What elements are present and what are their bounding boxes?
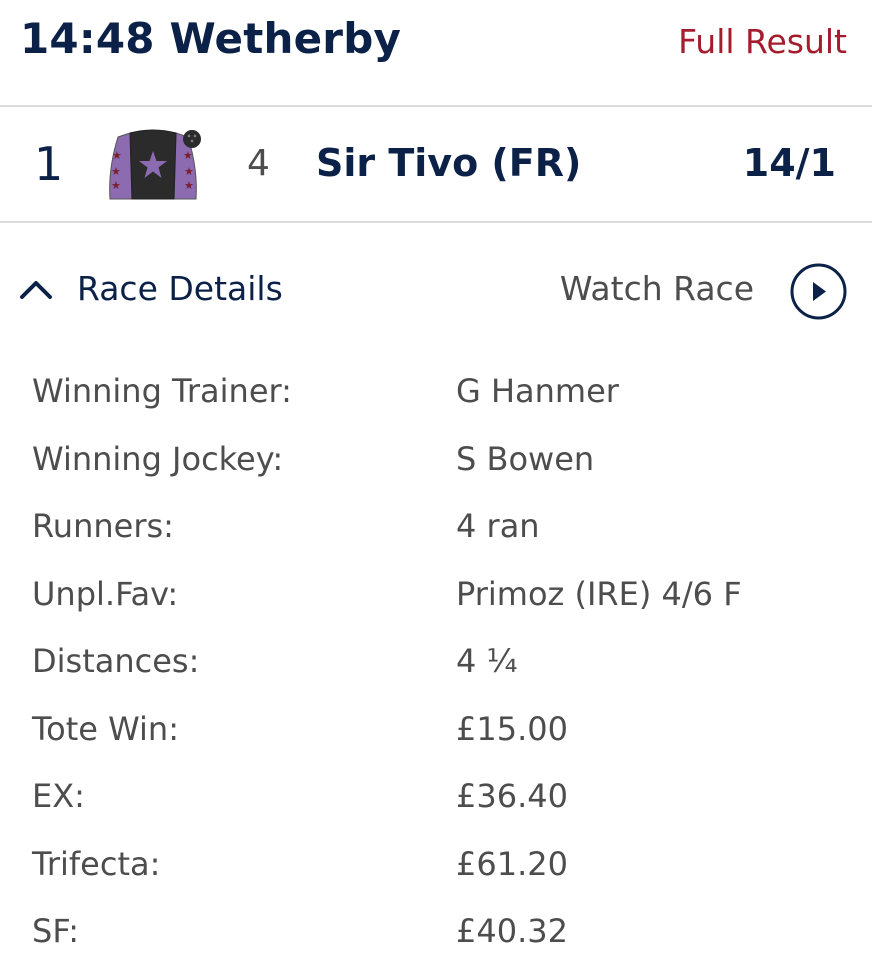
cloth-number: 4 [247,143,270,184]
horse-name[interactable]: Sir Tivo (FR) [316,141,581,185]
detail-key: Tote Win: [32,709,179,748]
detail-key: Distances: [32,642,200,680]
svg-text:★: ★ [111,179,121,192]
svg-text:★: ★ [112,149,122,162]
race-header: 14:48 Wetherby Full Result [0,0,872,107]
detail-row: Distances: 4 ¼ [0,628,872,696]
full-result-link[interactable]: Full Result [678,22,847,61]
detail-key: Winning Jockey: [32,439,284,478]
detail-value: Primoz (IRE) 4/6 F [456,574,742,613]
watch-race-link[interactable]: Watch Race [560,269,754,308]
finishing-position: 1 [34,137,64,191]
winning-odds: 14/1 [742,141,836,185]
race-details-toggle[interactable]: Race Details [77,269,283,308]
detail-value: £15.00 [456,709,568,748]
svg-text:★: ★ [111,165,121,178]
race-details-table: Winning Trainer: G Hanmer Winning Jockey… [0,358,872,966]
jockey-silks-icon: ★ ★ ★ ★ ★ ★ [109,129,201,200]
detail-value: £61.20 [456,844,568,883]
detail-key: EX: [32,777,85,815]
detail-key: Trifecta: [32,844,161,883]
detail-key: Runners: [32,507,174,545]
detail-row: Unpl.Fav: Primoz (IRE) 4/6 F [0,561,872,629]
play-circle-icon[interactable] [790,263,847,320]
detail-value: 4 ran [456,507,540,545]
detail-key: Winning Trainer: [32,372,292,410]
svg-text:★: ★ [184,165,194,178]
detail-value: G Hanmer [456,372,619,410]
detail-row: Runners: 4 ran [0,493,872,561]
detail-value: £36.40 [456,777,568,815]
detail-key: SF: [32,912,80,950]
detail-value: 4 ¼ [456,642,518,680]
detail-row: Winning Jockey: S Bowen [0,426,872,494]
chevron-up-icon[interactable] [18,275,54,303]
detail-row: Trifecta: £61.20 [0,831,872,899]
detail-value: £40.32 [456,912,568,950]
svg-text:★: ★ [184,179,194,192]
detail-key: Unpl.Fav: [32,574,179,613]
detail-row: Tote Win: £15.00 [0,696,872,764]
svg-text:★: ★ [183,149,193,162]
winner-row[interactable]: 1 ★ ★ ★ ★ ★ ★ 4 Sir Tivo (FR) 14/1 [0,107,872,223]
race-title: 14:48 Wetherby [20,14,402,63]
detail-row: Winning Trainer: G Hanmer [0,358,872,426]
detail-row: EX: £36.40 [0,763,872,831]
race-details-bar: Race Details Watch Race [0,223,872,358]
detail-row: SF: £40.32 [0,898,872,966]
detail-value: S Bowen [456,439,595,478]
